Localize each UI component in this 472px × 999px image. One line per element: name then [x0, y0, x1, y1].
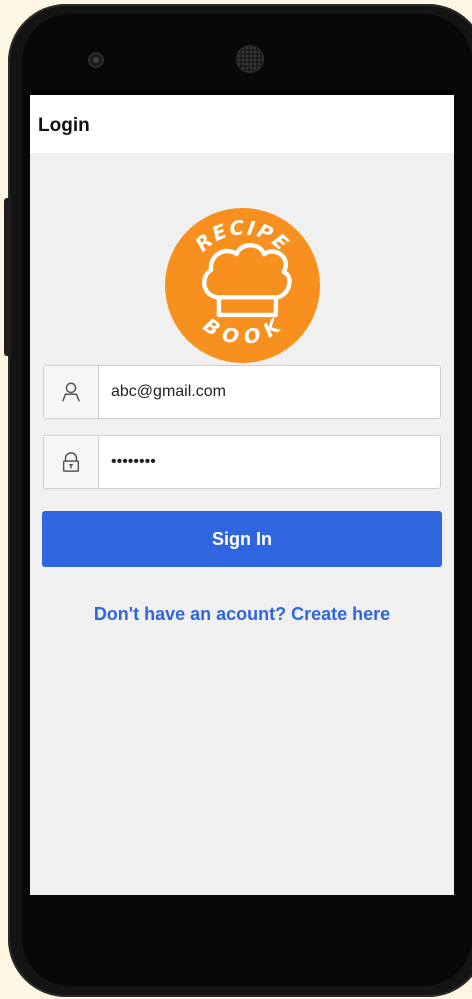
earpiece-speaker — [237, 46, 263, 72]
email-field — [43, 365, 441, 419]
side-button — [4, 198, 11, 356]
recipe-book-logo: RECIPE BOOK — [164, 207, 321, 364]
sign-in-button[interactable]: Sign In — [42, 511, 442, 567]
password-icon-box — [44, 436, 99, 488]
password-input[interactable] — [99, 436, 440, 488]
person-icon — [62, 382, 80, 402]
app-screen: Login RECIPE BOOK abc@gmail.com Sign In … — [30, 90, 454, 895]
email-icon-box — [44, 366, 99, 418]
app-bar: Login — [30, 95, 454, 153]
password-field — [43, 435, 441, 489]
front-camera — [90, 54, 102, 66]
page-title: Login — [38, 115, 90, 136]
email-input[interactable] — [99, 366, 440, 418]
lock-icon — [62, 452, 80, 472]
create-account-link[interactable]: Don't have an acount? Create here — [30, 604, 454, 625]
